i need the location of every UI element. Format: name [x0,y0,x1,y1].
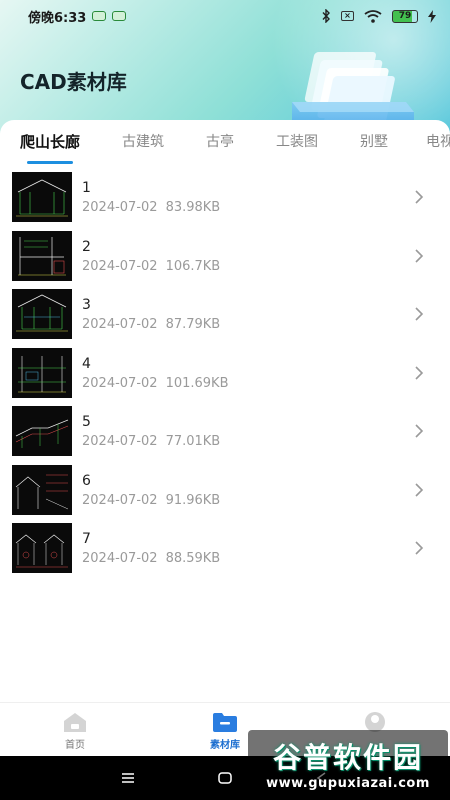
list-item[interactable]: 3 2024-07-02 87.79KB [0,285,450,344]
chevron-right-icon [415,249,424,263]
item-title: 3 [82,297,91,314]
cad-thumbnail [12,464,72,515]
item-size: 88.59KB [165,551,221,567]
sim-off-icon: × [341,11,354,21]
item-size: 87.79KB [165,317,221,333]
item-title: 6 [82,472,91,489]
item-size: 83.98KB [165,200,221,216]
tab-bieshu[interactable]: 别墅 [340,120,408,166]
item-date: 2024-07-02 [82,375,158,391]
cad-thumbnail [12,289,72,340]
tab-gu-jianzhu[interactable]: 古建筑 [100,120,186,166]
cad-thumbnail [12,347,72,398]
tab-dianshi[interactable]: 电视 [408,120,450,166]
notification-icon [92,11,107,21]
item-title: 7 [82,531,91,548]
content-panel: 爬山长廊 古建筑 古亭 工装图 别墅 电视 1 2024-07-02 83.98K… [0,120,450,702]
nav-library-label: 素材库 [210,740,240,751]
tab-gongzhuang-tu[interactable]: 工装图 [254,120,340,166]
cad-thumbnail [12,406,72,457]
tab-gu-ting[interactable]: 古亭 [186,120,254,166]
item-date: 2024-07-02 [82,317,158,333]
category-tabs: 爬山长廊 古建筑 古亭 工装图 别墅 电视 [0,120,450,166]
page-title: CAD素材库 [20,70,127,94]
home-button-icon[interactable] [217,771,233,785]
bluetooth-icon [322,9,330,23]
status-bar: 傍晚6:33 × 79 [0,0,450,32]
home-icon [64,713,86,732]
chevron-right-icon [415,366,424,380]
item-date: 2024-07-02 [82,492,158,508]
nav-home-label: 首页 [65,740,85,751]
cad-file-list: 1 2024-07-02 83.98KB 2 2024-07-02 106.7KB … [0,168,450,578]
list-item[interactable]: 5 2024-07-02 77.01KB [0,402,450,461]
item-date: 2024-07-02 [82,200,158,216]
item-title: 1 [82,180,91,197]
notification-icon [112,11,127,21]
list-item[interactable]: 4 2024-07-02 101.69KB [0,344,450,403]
cad-thumbnail [12,230,72,281]
list-item[interactable]: 2 2024-07-02 106.7KB [0,227,450,286]
status-time: 傍晚6:33 [28,10,87,26]
battery-icon: 79 [392,9,418,23]
chevron-right-icon [415,424,424,438]
item-title: 2 [82,238,91,255]
chevron-right-icon [415,190,424,204]
item-title: 4 [82,355,91,372]
item-title: 5 [82,414,91,431]
list-item[interactable]: 6 2024-07-02 91.96KB [0,461,450,520]
chevron-right-icon [415,541,424,555]
item-date: 2024-07-02 [82,258,158,274]
charging-icon [428,9,436,23]
chevron-right-icon [415,307,424,321]
item-size: 91.96KB [165,492,221,508]
nav-home[interactable]: 首页 [0,703,150,756]
chevron-right-icon [415,483,424,497]
wifi-icon [364,9,382,23]
item-size: 106.7KB [165,258,221,274]
folder-icon [213,713,237,732]
watermark-main-text: 谷普软件园 [272,740,423,774]
item-date: 2024-07-02 [82,434,158,450]
watermark-logo: 谷普软件园 www.gupuxiazai.com [248,730,448,796]
menu-icon[interactable] [120,771,136,785]
item-date: 2024-07-02 [82,551,158,567]
list-item[interactable]: 7 2024-07-02 88.59KB [0,519,450,578]
cad-thumbnail [12,172,72,223]
watermark-url: www.gupuxiazai.com [266,775,430,791]
battery-level: 79 [398,10,412,21]
tab-pashan-changlang[interactable]: 爬山长廊 [0,120,100,166]
item-size: 77.01KB [165,434,221,450]
list-item[interactable]: 1 2024-07-02 83.98KB [0,168,450,227]
cad-thumbnail [12,523,72,574]
item-size: 101.69KB [165,375,229,391]
